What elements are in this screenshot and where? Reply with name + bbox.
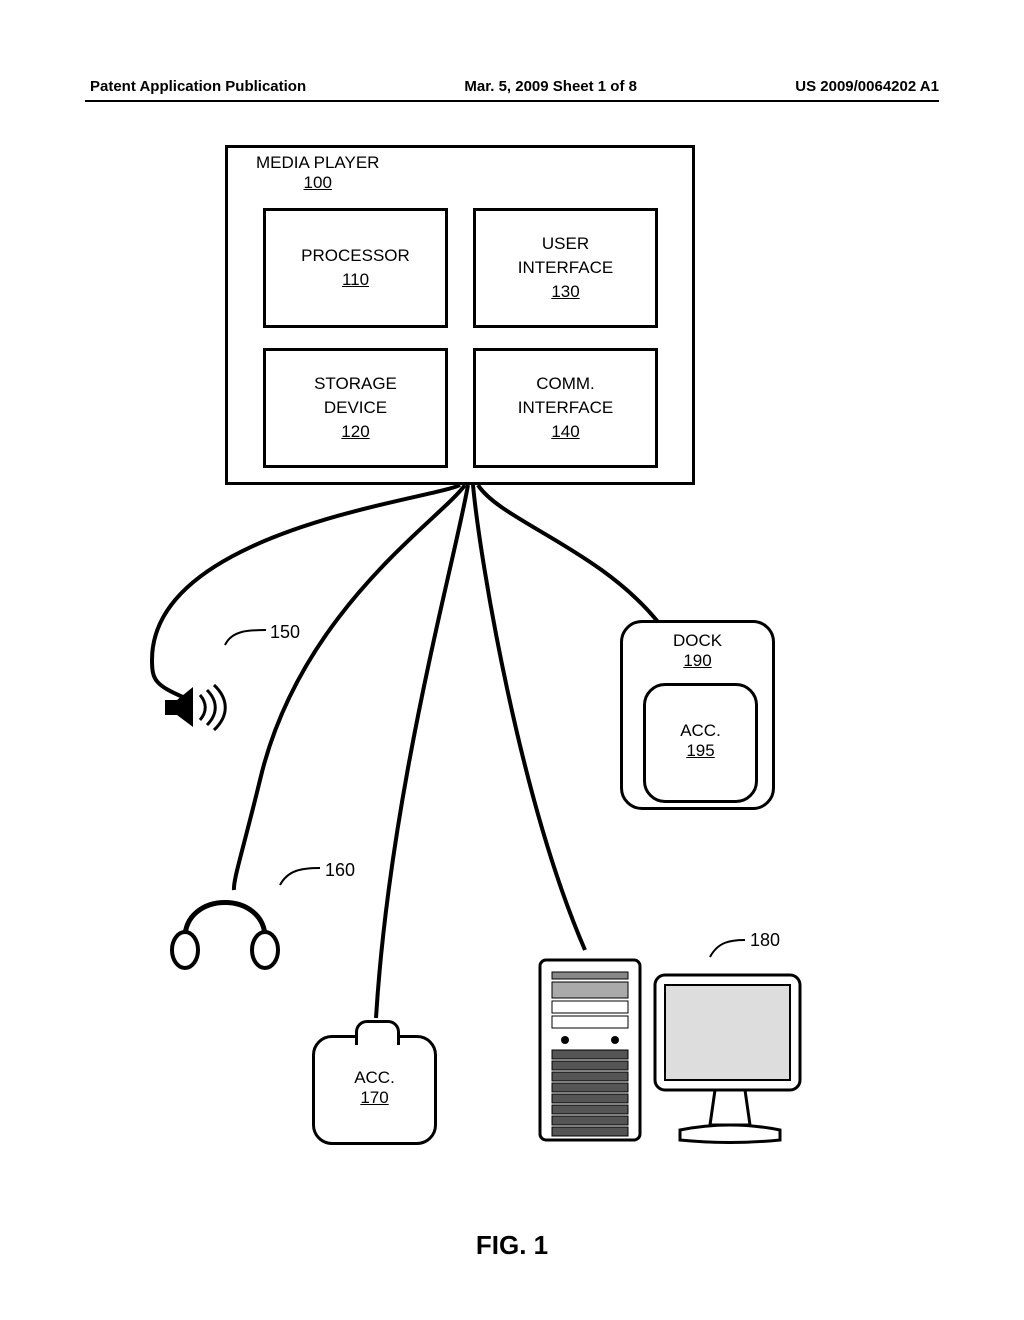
media-player-title-text: MEDIA PLAYER bbox=[256, 153, 379, 173]
ui-label: USER INTERFACE bbox=[518, 232, 613, 280]
dock-acc-label: ACC. bbox=[646, 721, 755, 741]
header-left: Patent Application Publication bbox=[90, 78, 306, 95]
dock-acc-number: 195 bbox=[646, 741, 755, 761]
storage-label: STORAGE DEVICE bbox=[314, 372, 397, 420]
acc-number: 170 bbox=[315, 1088, 434, 1108]
comm-label: COMM. INTERFACE bbox=[518, 372, 613, 420]
diagram: MEDIA PLAYER 100 PROCESSOR 110 USER INTE… bbox=[0, 140, 1024, 1240]
comm-interface-box: COMM. INTERFACE 140 bbox=[473, 348, 658, 468]
accessory-connector bbox=[355, 1020, 400, 1045]
dock-label: DOCK bbox=[623, 631, 772, 651]
media-player-box: MEDIA PLAYER 100 PROCESSOR 110 USER INTE… bbox=[225, 145, 695, 485]
acc-label: ACC. bbox=[315, 1068, 434, 1088]
media-player-title: MEDIA PLAYER 100 bbox=[256, 153, 379, 193]
processor-number: 110 bbox=[301, 268, 410, 292]
header-rule bbox=[85, 100, 939, 102]
media-player-number: 100 bbox=[256, 173, 379, 193]
ref-160: 160 bbox=[325, 860, 355, 881]
headphones-icon bbox=[172, 903, 278, 969]
comm-number: 140 bbox=[518, 420, 613, 444]
header-center: Mar. 5, 2009 Sheet 1 of 8 bbox=[464, 78, 637, 95]
figure-label: FIG. 1 bbox=[0, 1230, 1024, 1261]
ui-number: 130 bbox=[518, 280, 613, 304]
storage-box: STORAGE DEVICE 120 bbox=[263, 348, 448, 468]
dock-acc-box: ACC. 195 bbox=[643, 683, 758, 803]
ref-180: 180 bbox=[750, 930, 780, 951]
dock-box: DOCK 190 ACC. 195 bbox=[620, 620, 775, 810]
user-interface-box: USER INTERFACE 130 bbox=[473, 208, 658, 328]
computer-icon bbox=[540, 960, 800, 1143]
accessory-box: ACC. 170 bbox=[312, 1035, 437, 1145]
storage-number: 120 bbox=[314, 420, 397, 444]
ref-150: 150 bbox=[270, 622, 300, 643]
header-right: US 2009/0064202 A1 bbox=[795, 78, 939, 95]
processor-label: PROCESSOR bbox=[301, 244, 410, 268]
dock-number: 190 bbox=[623, 651, 772, 671]
processor-box: PROCESSOR 110 bbox=[263, 208, 448, 328]
